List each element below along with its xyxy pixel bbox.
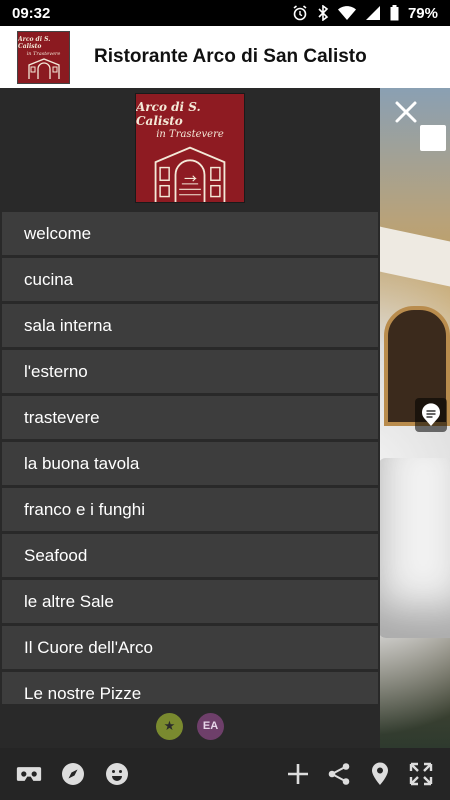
menu-item-franco-funghi[interactable]: franco e i funghi — [2, 488, 378, 531]
status-icons: 79% — [292, 5, 438, 22]
pano-table — [378, 458, 450, 638]
smiley-button[interactable] — [104, 761, 130, 787]
app-logo-line1: Arco di S. Calisto — [18, 35, 51, 50]
side-drawer: Arco di S. Calisto in Trastevere welcome… — [0, 88, 380, 748]
alarm-icon — [293, 5, 307, 21]
menu-item-esterno[interactable]: l'esterno — [2, 350, 378, 393]
menu-item-cucina[interactable]: cucina — [2, 258, 378, 301]
location-pin-icon — [372, 762, 388, 785]
drawer-logo: Arco di S. Calisto in Trastevere — [135, 93, 245, 203]
pano-awning — [370, 224, 450, 287]
pano-overlay-square — [420, 125, 446, 151]
compass-icon — [62, 763, 84, 785]
app-logo: Arco di S. Calisto in Trastevere — [17, 30, 70, 84]
drawer-logo-line2: in Trastevere — [156, 129, 224, 140]
share-icon — [328, 763, 350, 785]
drawer-footer: ★ EA — [0, 704, 380, 748]
close-icon — [395, 101, 417, 123]
arch-icon — [27, 57, 60, 79]
arch-icon — [154, 146, 226, 202]
location-button[interactable] — [367, 761, 393, 787]
battery-percentage: 79% — [407, 4, 438, 22]
favorite-star-button[interactable]: ★ — [156, 712, 183, 740]
fullscreen-icon — [409, 762, 433, 786]
menu-item-seafood[interactable]: Seafood — [2, 534, 378, 577]
menu-item-altre-sale[interactable]: le altre Sale — [2, 580, 378, 623]
signal-icon — [365, 6, 380, 20]
drawer-menu: welcome cucina sala interna l'esterno tr… — [2, 212, 378, 704]
menu-item-cuore-arco[interactable]: Il Cuore dell'Arco — [2, 626, 378, 669]
app-bar: Arco di S. Calisto in Trastevere Ristora… — [0, 26, 450, 88]
close-button[interactable] — [390, 96, 422, 128]
status-bar: 09:32 79% — [0, 0, 450, 26]
fullscreen-button[interactable] — [408, 761, 434, 787]
app-title: Ristorante Arco di San Calisto — [94, 46, 367, 67]
battery-icon — [390, 5, 399, 21]
plus-icon — [288, 764, 308, 784]
menu-item-buona-tavola[interactable]: la buona tavola — [2, 442, 378, 485]
menu-item-welcome[interactable]: welcome — [2, 212, 378, 255]
info-hotspot[interactable] — [415, 398, 447, 432]
comment-pin-icon — [422, 403, 440, 426]
menu-item-trastevere[interactable]: trastevere — [2, 396, 378, 439]
language-button[interactable]: EA — [197, 712, 224, 740]
bluetooth-icon — [318, 5, 329, 21]
menu-item-sala-interna[interactable]: sala interna — [2, 304, 378, 347]
share-button[interactable] — [326, 761, 352, 787]
bottom-toolbar — [0, 748, 450, 800]
vr-headset-icon — [16, 767, 42, 781]
add-button[interactable] — [285, 761, 311, 787]
vr-headset-button[interactable] — [16, 761, 42, 787]
smiley-icon — [106, 763, 128, 785]
drawer-logo-line1: Arco di S. Calisto — [136, 100, 201, 128]
compass-button[interactable] — [60, 761, 86, 787]
status-time: 09:32 — [12, 4, 51, 22]
menu-item-nostre-pizze[interactable]: Le nostre Pizze — [2, 672, 378, 704]
wifi-icon — [337, 6, 356, 20]
